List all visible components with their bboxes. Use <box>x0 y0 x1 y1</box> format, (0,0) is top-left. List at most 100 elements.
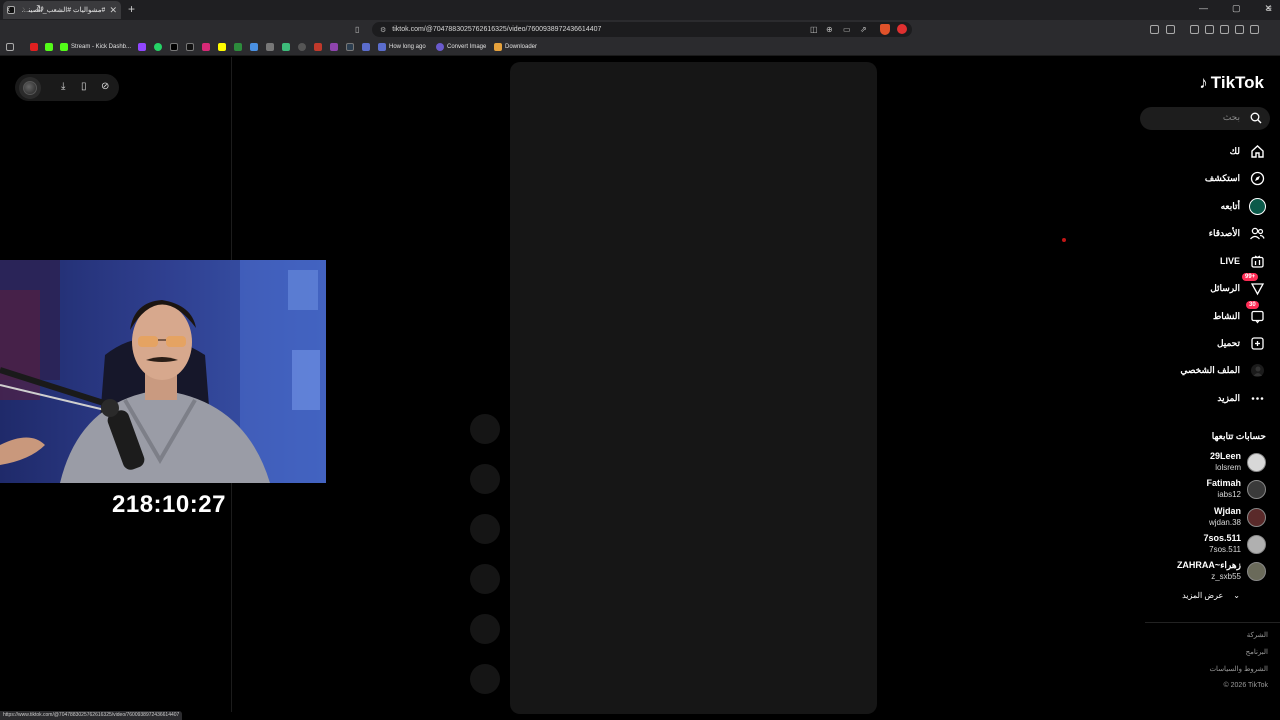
search-icon[interactable] <box>1250 111 1262 129</box>
close-tab-icon[interactable]: ✕ <box>109 5 117 16</box>
save-button[interactable] <box>470 514 500 544</box>
bookmark-icon[interactable] <box>314 43 322 51</box>
reader-mode-icon[interactable]: ◫ <box>810 25 818 34</box>
kick-bookmark-icon[interactable] <box>45 43 53 51</box>
extension-icon[interactable] <box>1166 25 1175 34</box>
bookmark-convert-image[interactable]: Convert Image <box>436 43 486 51</box>
share-icon[interactable]: ⇗ <box>860 25 867 34</box>
twitch-bookmark-icon[interactable] <box>138 43 146 51</box>
footer-terms-link[interactable]: الشروط والسياسات <box>1209 665 1268 673</box>
tab-title: #مشواليات #الشعب_الصيني_ماله <box>19 7 106 14</box>
activity-badge: 30 <box>1246 301 1259 309</box>
webcam-overlay <box>0 260 326 483</box>
vpn-icon[interactable] <box>1250 25 1259 34</box>
bookmark-stream-kick[interactable]: Stream - Kick Dashb... <box>60 43 131 51</box>
extension-icon[interactable] <box>1150 25 1159 34</box>
rewards-icon[interactable] <box>897 24 907 34</box>
wallet-icon[interactable] <box>1220 25 1229 34</box>
bookmark-icon[interactable] <box>298 43 306 51</box>
footer-company-link[interactable]: الشركة <box>1247 631 1268 639</box>
nav-for-you[interactable]: لك <box>1230 141 1266 161</box>
followed-account[interactable]: ZAHRAA~زهراء z_sxb55 <box>1177 558 1266 584</box>
stream-timer: 218:10:27 <box>112 491 226 518</box>
tiktok-bookmark-icon[interactable] <box>186 43 194 51</box>
creator-avatar[interactable] <box>19 77 41 99</box>
search-input[interactable]: بحث <box>1140 107 1270 130</box>
instagram-bookmark-icon[interactable] <box>202 43 210 51</box>
nav-profile[interactable]: الملف الشخصي <box>1180 360 1266 380</box>
sidebar-divider <box>1145 622 1280 623</box>
nav-following[interactable]: أتابعه <box>1221 196 1266 216</box>
nav-explore[interactable]: استكشف <box>1205 168 1266 188</box>
followed-account[interactable]: Fatimah iabs12 <box>1206 476 1266 502</box>
browser-tab-bar: #مشواليات #الشعب_الصيني_ماله ✕ + — ▢ ✕ <box>0 0 1280 20</box>
minimize-icon[interactable]: — <box>1199 3 1208 14</box>
chevron-down-icon: ⌄ <box>1233 591 1240 600</box>
more-button[interactable] <box>470 614 500 644</box>
followed-account[interactable]: 7sos.511 7sos.511 <box>1203 531 1266 557</box>
apps-icon[interactable] <box>6 43 14 51</box>
phone-icon[interactable]: ▯ <box>81 81 87 92</box>
followed-account[interactable]: Wjdan wjdan.38 <box>1209 504 1266 530</box>
see-more-button[interactable]: عرض المزيد ⌄ <box>1182 591 1240 600</box>
youtube-bookmark-icon[interactable] <box>30 43 38 51</box>
nav-activity[interactable]: النشاط 30 <box>1213 301 1266 326</box>
comment-button[interactable] <box>470 464 500 494</box>
x-bookmark-icon[interactable] <box>170 43 178 51</box>
share-button[interactable] <box>470 564 500 594</box>
compass-icon[interactable]: ⊘ <box>101 81 109 92</box>
bookmark-icon[interactable] <box>362 43 370 51</box>
snapchat-bookmark-icon[interactable] <box>218 43 226 51</box>
account-avatar <box>1247 479 1266 499</box>
browser-tab[interactable]: #مشواليات #الشعب_الصيني_ماله ✕ <box>3 1 121 19</box>
leo-ai-icon[interactable] <box>1235 25 1244 34</box>
more-icon <box>1248 389 1266 407</box>
bookmark-icon[interactable] <box>266 43 274 51</box>
media-icon[interactable] <box>1190 25 1199 34</box>
account-avatar <box>1247 561 1266 581</box>
cast-icon[interactable]: ▭ <box>843 25 851 34</box>
zoom-icon[interactable]: ⊕ <box>826 25 833 34</box>
footer-program-link[interactable]: البرنامج <box>1246 648 1268 656</box>
nav-upload[interactable]: تحميل <box>1217 333 1266 353</box>
menu-icon[interactable]: ≡ <box>1266 4 1272 15</box>
like-button[interactable] <box>470 414 500 444</box>
bookmark-icon[interactable] <box>234 43 242 51</box>
new-tab-icon[interactable]: + <box>128 2 135 16</box>
sidebar-icon[interactable] <box>1205 25 1214 34</box>
nav-more[interactable]: المزيد <box>1217 388 1266 408</box>
tiktok-note-icon: ♪ <box>1199 73 1208 92</box>
bookmark-downloader[interactable]: Downloader <box>494 43 537 51</box>
bookmark-page-icon[interactable]: ▯ <box>355 25 359 34</box>
download-icon[interactable]: ⤓ <box>61 81 65 92</box>
bookmark-icon[interactable] <box>282 43 290 51</box>
reload-icon[interactable]: ↻ <box>36 4 44 15</box>
nav-messages[interactable]: الرسائل 99+ <box>1210 273 1266 298</box>
search-placeholder: بحث <box>1222 112 1240 122</box>
forward-icon[interactable]: › <box>22 4 25 15</box>
back-icon[interactable]: ‹ <box>7 4 10 15</box>
bookmark-how-long-ago[interactable]: How long ago <box>378 43 426 51</box>
bookmarks-bar: Stream - Kick Dashb... How long ago Conv… <box>0 40 1280 56</box>
brave-shield-icon[interactable] <box>880 24 890 35</box>
url-text: tiktok.com/@7047883025762616325/video/76… <box>392 26 602 33</box>
music-button[interactable] <box>470 664 500 694</box>
maximize-icon[interactable]: ▢ <box>1232 3 1241 14</box>
account-avatar <box>1247 452 1266 472</box>
video-player[interactable] <box>510 62 877 714</box>
bookmark-icon[interactable] <box>250 43 258 51</box>
tiktok-logo[interactable]: ♪ TikTok <box>1199 73 1264 93</box>
bookmark-icon[interactable] <box>330 43 338 51</box>
bookmark-icon[interactable] <box>346 43 354 51</box>
status-bar-url: https://www.tiktok.com/@7047883025762616… <box>0 711 183 720</box>
whatsapp-bookmark-icon[interactable] <box>154 43 162 51</box>
cursor-dot <box>1062 238 1066 242</box>
video-tools-pill: ⤓ ▯ ⊘ <box>15 74 119 101</box>
followed-account[interactable]: 29Leen lolsrem <box>1210 449 1266 475</box>
nav-friends[interactable]: الأصدقاء <box>1209 223 1266 243</box>
site-info-icon[interactable]: ⚙ <box>380 26 386 34</box>
screen: #مشواليات #الشعب_الصيني_ماله ✕ + — ▢ ✕ ‹… <box>0 0 1280 720</box>
home-icon <box>1248 142 1266 160</box>
streamer-webcam-image <box>0 260 326 483</box>
nav-live[interactable]: LIVE <box>1220 251 1266 271</box>
